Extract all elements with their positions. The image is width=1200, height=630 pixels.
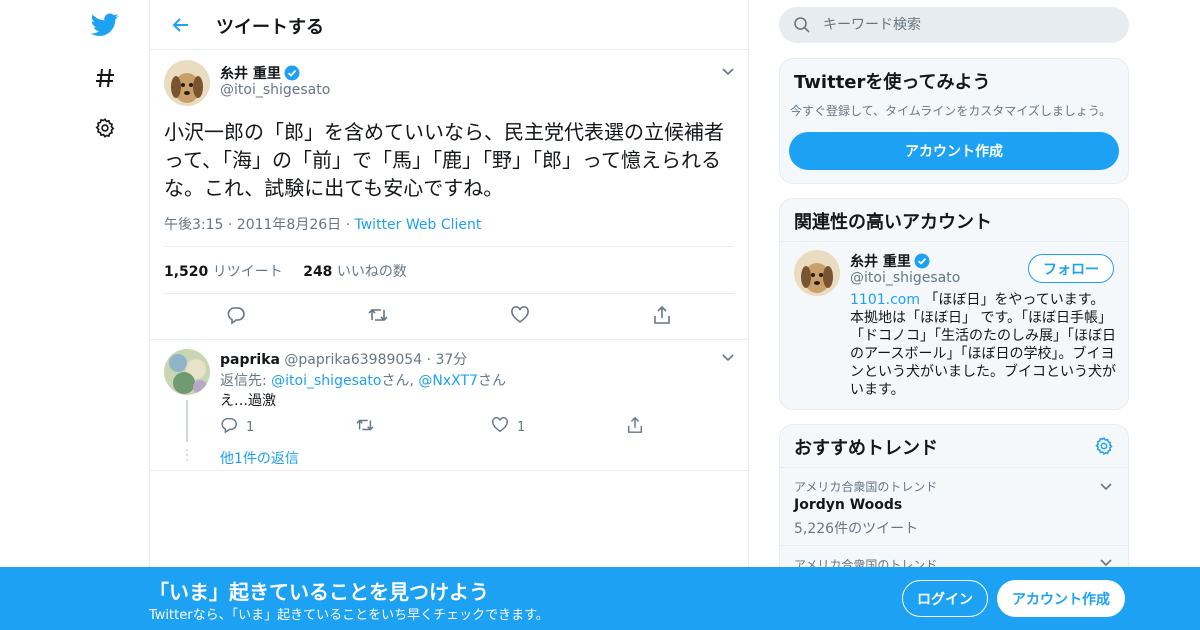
reply-button[interactable]: 1 [220,416,254,438]
banner-subtitle: Twitterなら、「いま」起きていることをいち早くチェックできます。 [149,608,549,623]
signup-button[interactable]: アカウント作成 [789,132,1119,170]
like-count: 1 [517,419,526,435]
signup-card-subtitle: 今すぐ登録して、タイムラインをカスタマイズしましょう。 [790,104,1112,118]
tweet-meta: 午後3:15 · 2011年8月26日 · Twitter Web Client [164,214,481,234]
login-button[interactable]: ログイン [902,580,988,617]
like-icon[interactable] [507,302,533,328]
trends-card: おすすめトレンド アメリカ合衆国のトレンド Jordyn Woods 5,226… [779,424,1129,584]
trends-card-title: おすすめトレンド [794,438,938,459]
mention-link[interactable]: @NxXT7 [418,373,478,389]
like-count-link[interactable]: 248 いいねの数 [303,264,407,280]
page-header: ツイートする [150,0,748,50]
follow-button[interactable]: フォロー [1028,254,1114,283]
chevron-down-icon[interactable] [1098,478,1114,494]
signup-card: Twitterを使ってみよう 今すぐ登録して、タイムラインをカスタマイズしましょ… [779,58,1129,184]
trend-location: アメリカ合衆国のトレンド [794,480,938,494]
retweet-button[interactable] [355,416,375,438]
gear-icon[interactable] [88,111,122,145]
author-handle[interactable]: @itoi_shigesato [220,82,330,98]
page-title: ツイートする [216,17,324,38]
author-name[interactable]: 糸井 重里 [220,66,281,82]
divider [164,293,734,294]
retweet-icon [355,416,375,438]
like-button[interactable]: 1 [491,416,525,438]
reply-author-handle[interactable]: @paprika63989054 [284,352,422,368]
hashtag-icon[interactable] [88,61,122,95]
search-box [779,7,1129,43]
gear-icon[interactable] [1094,436,1116,458]
twitter-logo-icon[interactable] [88,8,122,42]
reply-count: 1 [246,419,255,435]
related-card-title: 関連性の高いアカウント [794,212,992,233]
share-icon[interactable] [649,302,675,328]
replying-to-suffix: さん [477,373,506,389]
reply-tweet: paprika @paprika63989054 · 37分 返信先: @ito… [150,340,748,471]
app: ツイートする 糸井 重里 @itoi_shigesato 小沢一郎の「郎」を含め… [0,0,1200,630]
reply-author-name[interactable]: paprika [220,352,280,368]
back-arrow-icon[interactable] [168,12,194,38]
reply-actions: 1 1 [220,416,660,436]
chevron-down-icon[interactable] [720,63,736,79]
replying-to-prefix: 返信先: [220,373,272,389]
tweet-timestamp[interactable]: 午後3:15 · 2011年8月26日 · [164,217,355,233]
mention-link[interactable]: @itoi_shigesato [271,373,381,389]
signup-banner: 「いま」起きていることを見つけよう Twitterなら、「いま」起きていることを… [0,567,1200,630]
avatar[interactable] [164,60,210,106]
trend-name: Jordyn Woods [794,497,903,513]
signup-card-title: Twitterを使ってみよう [794,72,991,93]
like-icon [491,416,509,438]
related-account-name[interactable]: 糸井 重里 [850,254,911,270]
reply-icon[interactable] [223,302,249,328]
search-icon [793,16,811,38]
bio-link[interactable]: 1101.com [850,292,920,308]
reply-text: え…過激 [220,393,276,409]
retweet-count: 1,520 [164,264,209,280]
search-input[interactable] [823,7,1113,43]
tweet-stats: 1,520 リツイート 248 いいねの数 [164,261,407,281]
reply-timestamp[interactable]: · 37分 [427,352,468,368]
like-count: 248 [303,264,333,280]
trend-item[interactable]: アメリカ合衆国のトレンド Jordyn Woods 5,226件のツイート [780,467,1128,545]
avatar[interactable] [794,250,840,296]
related-accounts-card: 関連性の高いアカウント 糸井 重里 @itoi_shigesato フォロー 1… [779,198,1129,410]
banner-signup-button[interactable]: アカウント作成 [997,580,1125,617]
reply-header: paprika @paprika63989054 · 37分 [220,349,467,369]
share-button[interactable] [626,416,644,438]
replying-to: 返信先: @itoi_shigesatoさん, @NxXT7さん [220,370,506,390]
trend-count: 5,226件のツイート [794,521,919,537]
retweet-count-link[interactable]: 1,520 リツイート [164,264,283,280]
more-replies-link[interactable]: 他1件の返信 [220,448,299,468]
tweet-client-link[interactable]: Twitter Web Client [355,217,482,233]
reply-icon [220,416,238,438]
thread-line [186,400,188,442]
banner-title: 「いま」起きていることを見つけよう [149,580,489,604]
share-icon [626,416,644,438]
related-account-bio: 1101.com 「ほぼ日」をやっています。本拠地は「ほぼ日」 です。「ほぼ日手… [850,291,1116,399]
main-column: ツイートする 糸井 重里 @itoi_shigesato 小沢一郎の「郎」を含め… [149,0,749,630]
related-account-handle[interactable]: @itoi_shigesato [850,270,960,286]
divider [780,241,1128,242]
retweet-icon[interactable] [365,302,391,328]
tweet-text: 小沢一郎の「郎」を含めていいなら、民主党代表選の立候補者って、「海」の「前」で「… [164,120,724,200]
replying-to-sep: さん, [381,373,419,389]
thread-dots [185,448,189,464]
reply-avatar[interactable] [164,349,210,395]
tweet-actions [150,302,748,332]
main-tweet: 糸井 重里 @itoi_shigesato 小沢一郎の「郎」を含めていいなら、民… [150,50,748,340]
chevron-down-icon[interactable] [720,349,736,365]
divider [164,246,734,247]
like-count-label: いいねの数 [336,264,407,280]
retweet-count-label: リツイート [212,264,283,280]
